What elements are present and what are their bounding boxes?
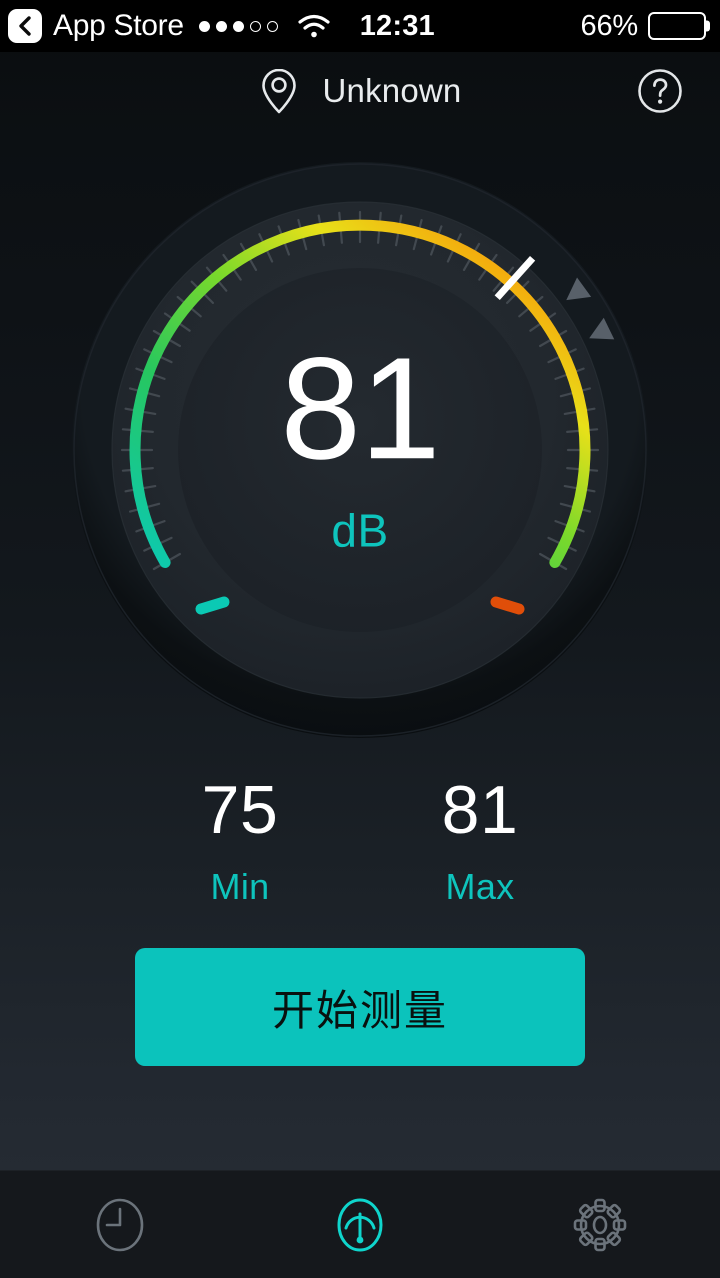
chevron-left-icon <box>19 16 31 36</box>
start-measurement-button[interactable]: 开始测量 <box>135 948 585 1066</box>
tab-history[interactable] <box>65 1171 175 1278</box>
sound-level-gauge: 81 dB <box>0 130 720 770</box>
battery-percent-label: 66% <box>580 9 639 42</box>
help-button[interactable] <box>634 65 686 117</box>
clock-icon <box>96 1198 144 1251</box>
cta-container: 开始测量 <box>0 930 720 1066</box>
wifi-icon <box>297 13 331 39</box>
max-label: Max <box>445 866 515 907</box>
tab-meter[interactable] <box>305 1171 415 1278</box>
location-pin-icon <box>261 68 296 114</box>
back-label: App Store <box>53 9 184 42</box>
location-display[interactable]: Unknown <box>259 67 462 115</box>
min-label: Min <box>210 866 270 907</box>
page-title: Unknown <box>322 72 462 109</box>
status-bar-left: App Store 12:31 <box>8 9 435 43</box>
min-max-stats: 75 Min 81 Max <box>0 770 720 930</box>
gear-icon <box>573 1198 627 1251</box>
min-value: 75 <box>201 772 279 848</box>
status-bar-right: 66% <box>580 9 706 42</box>
stat-min: 75 Min <box>180 776 300 930</box>
signal-dots-icon <box>198 20 278 32</box>
question-mark-circle-icon <box>638 69 682 113</box>
gauge-graphic <box>72 162 648 738</box>
status-bar-clock: 12:31 <box>359 9 435 42</box>
app-root: App Store 12:31 66% Unknown 81 dB 75 Min… <box>0 0 720 1278</box>
back-to-app-store-button[interactable] <box>8 9 42 43</box>
tab-bar <box>0 1170 720 1278</box>
stat-max: 81 Max <box>420 776 540 930</box>
max-value: 81 <box>441 772 519 848</box>
navigation-bar: Unknown <box>0 52 720 130</box>
tab-settings[interactable] <box>545 1171 655 1278</box>
battery-icon <box>648 12 706 40</box>
gauge-icon <box>337 1198 383 1251</box>
status-bar: App Store 12:31 66% <box>0 0 720 52</box>
